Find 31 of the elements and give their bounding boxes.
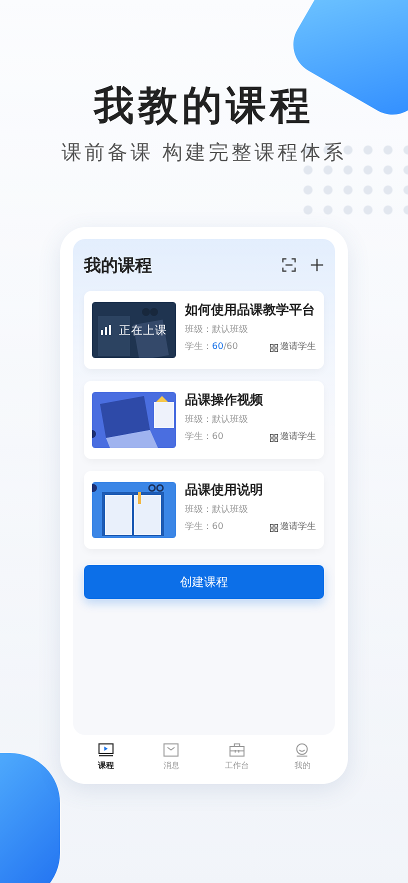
scan-icon[interactable]: [282, 258, 296, 272]
student-count: 学生：60: [185, 521, 224, 534]
student-count: 学生：60: [185, 431, 224, 444]
course-title: 品课操作视频: [185, 392, 264, 410]
course-card[interactable]: 正在上课 如何使用品课教学平台 班级：默认班级 学生：60/60 邀请学生: [84, 291, 324, 369]
tab-bar-item[interactable]: 课程: [80, 743, 131, 771]
qr-code-icon: [270, 524, 278, 532]
course-title: 品课使用说明: [185, 482, 264, 500]
invite-students-link[interactable]: 邀请学生: [270, 521, 316, 534]
video-icon: [98, 743, 114, 757]
class-info: 班级：默认班级: [185, 504, 249, 517]
course-card[interactable]: 品课操作视频 班级：默认班级 学生：60 邀请学生: [84, 381, 324, 459]
live-status: 正在上课: [119, 322, 167, 338]
smiley-icon: [294, 743, 310, 757]
screen-title: 我的课程: [84, 254, 153, 276]
envelope-icon: [163, 743, 180, 757]
invite-students-link[interactable]: 邀请学生: [270, 341, 316, 354]
subheadline: 课前备课 构建完整课程体系: [61, 139, 347, 165]
bar-chart-icon: [101, 325, 113, 335]
add-icon[interactable]: [310, 258, 324, 272]
class-info: 班级：默认班级: [185, 414, 249, 427]
class-info: 班级：默认班级: [185, 324, 249, 337]
create-course-button[interactable]: 创建课程: [84, 565, 324, 599]
student-count: 学生：60/60: [185, 341, 238, 354]
course-title: 如何使用品课教学平台: [185, 302, 316, 320]
briefcase-icon: [228, 743, 245, 757]
qr-code-icon: [270, 434, 278, 442]
course-card[interactable]: 品课使用说明 班级：默认班级 学生：60 邀请学生: [84, 471, 324, 549]
invite-students-link[interactable]: 邀请学生: [270, 431, 316, 444]
headline: 我教的课程: [94, 83, 314, 129]
qr-code-icon: [270, 344, 278, 352]
